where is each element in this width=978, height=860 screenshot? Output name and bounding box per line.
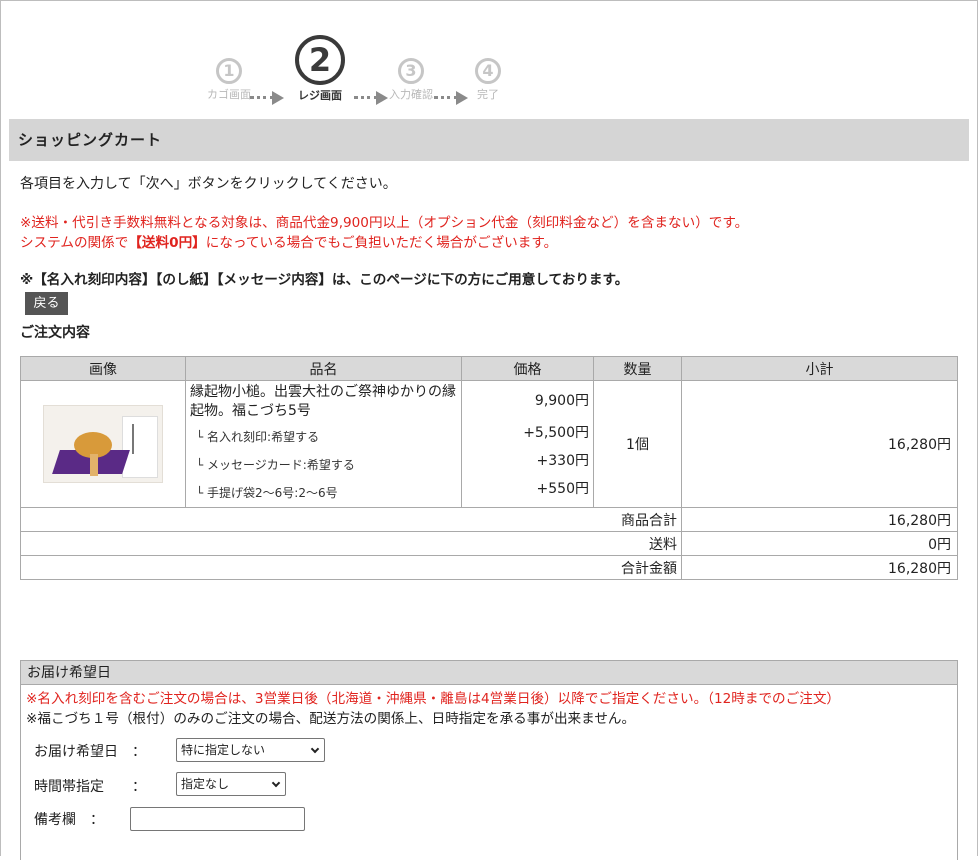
table-header-row: 画像 品名 価格 数量 小計 — [20, 356, 958, 381]
table-row: 縁起物小槌。出雲大社のご祭神ゆかりの縁起物。福こづち5号 └ 名入れ刻印:希望す… — [20, 380, 958, 508]
notice-highlight: 【送料0円】 — [128, 235, 206, 251]
cart-title: ショッピングカート — [9, 119, 969, 161]
product-image[interactable] — [43, 405, 163, 483]
goods-total-label: 商品合計 — [20, 507, 682, 532]
goods-total-value: 16,280円 — [681, 507, 958, 532]
option-message-card: └ メッセージカード:希望する — [196, 458, 355, 472]
shipping-notice: ※送料・代引き手数料無料となる対象は、商品代金9,900円以上（オプション代金（… — [20, 215, 749, 231]
chevron-down-icon — [310, 744, 320, 754]
step-1-label: カゴ画面 — [207, 88, 251, 101]
order-table: 画像 品名 価格 数量 小計 縁起物小槌。出雲大社のご祭神ゆかりの縁起物。福こづ… — [20, 356, 958, 580]
engraving-notice: ※【名入れ刻印内容】【のし紙】【メッセージ内容】は、このページに下の方にご用意し… — [20, 272, 629, 288]
delivery-header: お届け希望日 — [21, 661, 957, 685]
notice-text: になっている場合でもご負担いただく場合がございます。 — [205, 235, 558, 251]
arrow-right-icon — [250, 91, 286, 105]
back-button[interactable]: 戻る — [25, 292, 68, 315]
header-image: 画像 — [20, 356, 186, 381]
chevron-down-icon — [271, 778, 281, 788]
order-title: ご注文内容 — [20, 325, 90, 341]
step-4-number: 4 — [475, 58, 501, 84]
product-name: 縁起物小槌。出雲大社のご祭神ゆかりの縁起物。福こづち5号 — [190, 384, 456, 419]
delivery-note-red: ※名入れ刻印を含むご注文の場合は、3営業日後（北海道・沖縄県・離島は4営業日後）… — [26, 691, 841, 707]
header-subtotal: 小計 — [681, 356, 958, 381]
shipping-notice-2: システムの関係で【送料0円】になっている場合でもご負担いただく場合がございます。 — [20, 231, 557, 251]
price-cell: 9,900円 +5,500円 +330円 +550円 — [461, 380, 594, 508]
delivery-date-value: 特に指定しない — [181, 743, 266, 757]
base-price: 9,900円 — [534, 393, 589, 409]
notice-text: システムの関係で — [20, 235, 129, 251]
option-price: +550円 — [536, 481, 589, 497]
option-price: +5,500円 — [523, 425, 589, 441]
step-4-label: 完了 — [477, 88, 499, 101]
delivery-date-select[interactable]: 特に指定しない — [176, 738, 325, 762]
grand-total-label: 合計金額 — [20, 555, 682, 580]
product-image-cell — [20, 380, 186, 508]
memo-input[interactable] — [130, 807, 305, 831]
step-4: 4 完了 — [466, 30, 510, 102]
option-price: +330円 — [536, 453, 589, 469]
grand-total-value: 16,280円 — [681, 555, 958, 580]
header-price: 価格 — [461, 356, 594, 381]
time-slot-label: 時間帯指定 ： — [34, 779, 146, 795]
quantity: 1個 — [593, 380, 682, 508]
summary-row: 合計金額 16,280円 — [20, 555, 958, 580]
time-slot-value: 指定なし — [181, 777, 230, 791]
step-1: 1 カゴ画面 — [203, 30, 255, 102]
step-3-label: 入力確認 — [389, 88, 433, 101]
product-name-cell: 縁起物小槌。出雲大社のご祭神ゆかりの縁起物。福こづち5号 └ 名入れ刻印:希望す… — [185, 380, 462, 508]
shipping-value: 0円 — [681, 531, 958, 556]
header-name: 品名 — [185, 356, 462, 381]
step-2-number: 2 — [295, 35, 345, 85]
step-3: 3 入力確認 — [385, 30, 437, 102]
time-slot-select[interactable]: 指定なし — [176, 772, 286, 796]
option-engraving: └ 名入れ刻印:希望する — [196, 430, 320, 444]
summary-row: 商品合計 16,280円 — [20, 507, 958, 532]
summary-row: 送料 0円 — [20, 531, 958, 556]
arrow-right-icon — [434, 91, 470, 105]
subtotal: 16,280円 — [681, 380, 958, 508]
delivery-date-label: お届け希望日 ： — [34, 744, 146, 760]
delivery-section: お届け希望日 ※名入れ刻印を含むご注文の場合は、3営業日後（北海道・沖縄県・離島… — [20, 660, 958, 860]
instruction-text: 各項目を入力して「次へ」ボタンをクリックしてください。 — [20, 176, 397, 192]
step-3-number: 3 — [398, 58, 424, 84]
shipping-label: 送料 — [20, 531, 682, 556]
header-quantity: 数量 — [593, 356, 682, 381]
delivery-note: ※福こづち１号（根付）のみのご注文の場合、配送方法の関係上、日時指定を承る事が出… — [26, 711, 636, 727]
checkout-steps: 1 カゴ画面 2 レジ画面 3 入力確認 4 完了 — [0, 30, 978, 110]
memo-label: 備考欄 ： — [34, 812, 104, 828]
step-2: 2 レジ画面 — [292, 30, 348, 103]
step-1-number: 1 — [216, 58, 242, 84]
step-2-label: レジ画面 — [298, 89, 342, 102]
option-bag: └ 手提げ袋2〜6号:2〜6号 — [196, 486, 338, 500]
